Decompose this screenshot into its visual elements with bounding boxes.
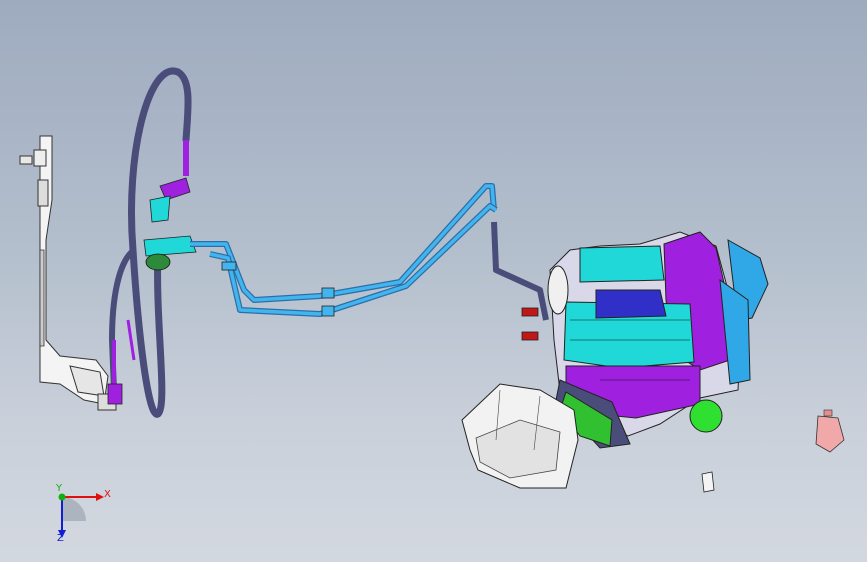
axis-triad-icon: X Y Z <box>55 483 111 544</box>
refrigerant-lines[interactable] <box>190 183 549 321</box>
x-axis-label: X <box>104 489 111 500</box>
small-white-clip[interactable] <box>701 471 715 493</box>
hose-connector-upper[interactable] <box>149 177 191 223</box>
pink-sensor-part[interactable] <box>815 409 845 453</box>
y-axis-label: Y <box>55 483 63 494</box>
left-bracket-rail[interactable] <box>19 135 117 411</box>
z-axis-label: Z <box>57 533 64 544</box>
hose-connector-lower[interactable] <box>107 235 197 405</box>
cad-viewport[interactable]: X Y Z <box>0 0 867 562</box>
